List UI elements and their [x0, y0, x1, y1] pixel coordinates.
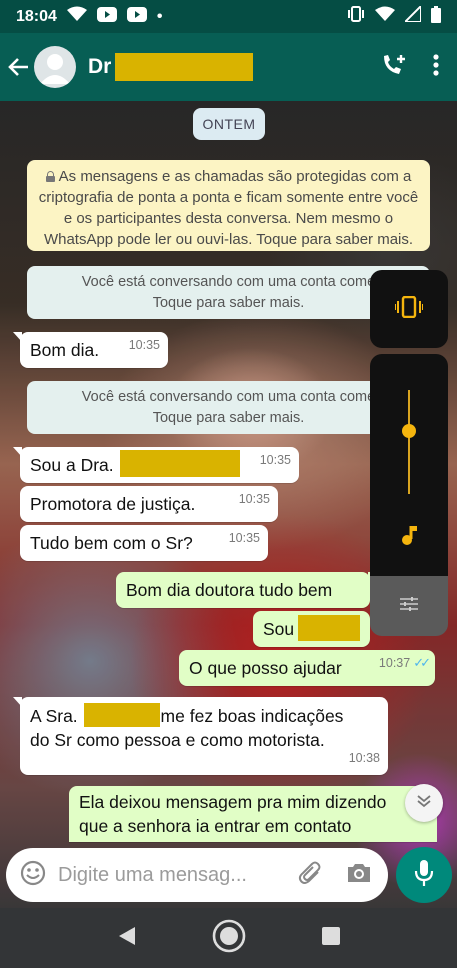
message-time: 10:38	[348, 751, 380, 765]
message-text: Sou a Dra.	[30, 455, 114, 475]
scroll-to-bottom-button[interactable]	[405, 784, 443, 822]
outgoing-message[interactable]: O que posso ajudar 10:37 ✓✓	[179, 650, 435, 686]
read-receipt-icon: ✓✓	[413, 655, 431, 670]
message-composer	[6, 848, 388, 902]
redaction-box	[120, 450, 240, 477]
system-navigation-bar	[0, 908, 457, 968]
message-time: 10:35	[228, 531, 260, 545]
message-time: 10:35	[128, 338, 160, 352]
nav-back-icon[interactable]	[118, 926, 136, 951]
incoming-message[interactable]: Promotora de justiça. 10:35	[20, 486, 278, 522]
attach-icon[interactable]	[298, 860, 324, 891]
back-arrow-icon[interactable]	[2, 50, 36, 84]
message-line2: que a senhora ia entrar em contato	[79, 816, 352, 836]
business-notice-line1: Você está conversando com uma conta come	[81, 389, 376, 405]
message-time-value: 10:37	[378, 656, 411, 670]
equalizer-icon	[400, 596, 418, 616]
outgoing-message[interactable]: Ela deixou mensagem pra mim dizendo que …	[69, 786, 437, 842]
message-text: Sou	[263, 619, 295, 639]
camera-icon[interactable]	[346, 862, 372, 889]
business-notice-line2: Toque para saber mais.	[152, 295, 305, 311]
youtube-icon	[126, 6, 147, 27]
message-text: Bom dia doutora tudo bem	[126, 580, 333, 600]
vibrate-icon	[347, 6, 365, 27]
business-notice-line2: Toque para saber mais.	[152, 410, 305, 426]
incoming-message[interactable]: Tudo bem com o Sr? 10:35	[20, 525, 268, 561]
status-time: 18:04	[16, 7, 57, 25]
message-time: 10:37 ✓✓	[378, 645, 431, 681]
add-call-icon[interactable]	[381, 53, 407, 82]
chevron-down-icon	[416, 794, 432, 813]
contact-name-prefix: Dr	[88, 55, 112, 78]
message-text: Promotora de justiça.	[30, 494, 196, 514]
music-note-icon	[399, 524, 419, 551]
outgoing-message[interactable]: Sou	[253, 611, 370, 647]
mic-icon	[414, 859, 434, 892]
business-notice-line1: Você está conversando com uma conta come	[81, 274, 376, 290]
volume-panel	[370, 354, 448, 576]
message-line2: do Sr como pessoa e como motorista.	[30, 730, 325, 750]
wifi-icon	[375, 6, 395, 27]
message-line1: A Sra. me fez boas indicações	[30, 703, 378, 728]
incoming-message[interactable]: Sou a Dra. 10:35	[13, 447, 299, 483]
message-text: Bom dia.	[30, 340, 100, 360]
voice-record-button[interactable]	[396, 847, 452, 903]
lock-icon	[45, 171, 55, 182]
nav-home-icon[interactable]	[211, 918, 247, 959]
message-time: 10:35	[259, 453, 291, 467]
ringer-mode-button[interactable]	[370, 270, 448, 348]
incoming-message[interactable]: A Sra. me fez boas indicações do Sr como…	[13, 697, 388, 775]
avatar-icon[interactable]	[34, 46, 76, 88]
nav-recents-icon[interactable]	[321, 926, 340, 950]
message-text: O que posso ajudar	[189, 658, 342, 678]
message-time: 10:35	[238, 492, 270, 506]
incoming-message[interactable]: Bom dia. 10:35	[13, 332, 168, 368]
encryption-notice[interactable]: As mensagens e as chamadas são protegida…	[27, 160, 430, 251]
encryption-notice-text: As mensagens e as chamadas são protegida…	[38, 168, 419, 248]
date-label: ONTEM	[193, 108, 265, 140]
redaction-box	[115, 53, 254, 81]
volume-settings-button[interactable]	[370, 576, 448, 636]
message-text-prefix: A Sra.	[30, 706, 78, 726]
message-line1: Ela deixou mensagem pra mim dizendo	[79, 792, 387, 812]
message-text-suffix: me fez boas indicações	[160, 706, 344, 726]
contact-name[interactable]: Dr	[88, 53, 254, 81]
battery-icon	[431, 5, 441, 28]
signal-icon	[402, 3, 422, 27]
status-bar: 18:04 •	[0, 0, 457, 33]
more-vert-icon[interactable]	[433, 53, 439, 81]
emoji-icon[interactable]	[20, 860, 46, 891]
vibrate-icon	[394, 295, 424, 323]
notification-dot: •	[156, 7, 163, 25]
wifi-icon	[66, 6, 87, 27]
redaction-box	[83, 703, 160, 727]
redaction-box	[298, 615, 360, 641]
volume-track[interactable]	[408, 390, 410, 494]
outgoing-message[interactable]: Bom dia doutora tudo bem	[116, 572, 377, 608]
message-text: Tudo bem com o Sr?	[30, 533, 193, 553]
message-input[interactable]	[58, 863, 278, 887]
chat-header: Dr	[0, 33, 457, 101]
volume-slider-thumb[interactable]	[402, 424, 416, 438]
youtube-icon	[96, 6, 117, 27]
